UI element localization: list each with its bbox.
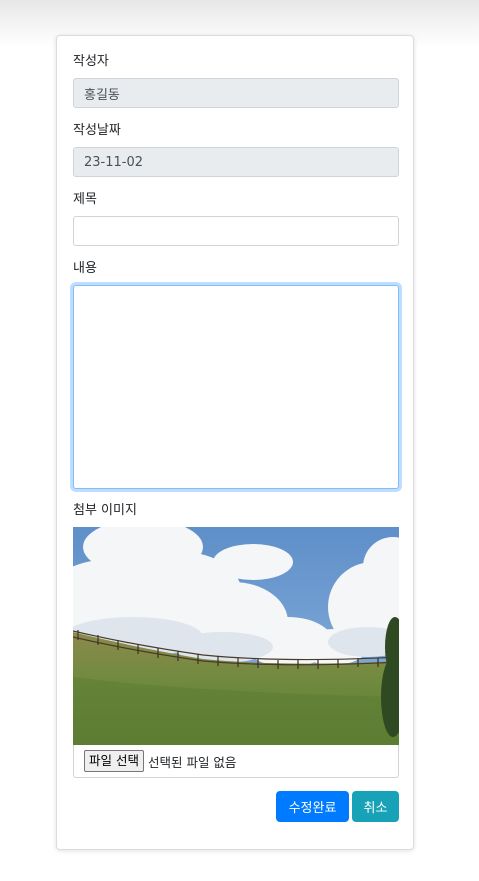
file-input-row: 파일 선택 선택된 파일 없음 — [73, 745, 399, 778]
date-field[interactable] — [73, 147, 399, 177]
date-label: 작성날짜 — [73, 123, 121, 138]
edit-post-card: 작성자 작성날짜 제목 내용 첨부 이미지 — [56, 35, 414, 850]
file-status-text: 선택된 파일 없음 — [147, 754, 237, 770]
title-input[interactable] — [73, 216, 399, 246]
attached-image — [73, 527, 399, 745]
author-label: 작성자 — [73, 54, 109, 69]
content-label: 내용 — [73, 261, 97, 276]
file-choose-button[interactable]: 파일 선택 — [84, 750, 144, 772]
content-textarea[interactable] — [73, 285, 399, 489]
author-field[interactable] — [73, 78, 399, 108]
cancel-button[interactable]: 취소 — [352, 791, 399, 822]
title-label: 제목 — [73, 192, 97, 207]
image-label: 첨부 이미지 — [73, 503, 137, 518]
submit-edit-button[interactable]: 수정완료 — [276, 791, 349, 822]
